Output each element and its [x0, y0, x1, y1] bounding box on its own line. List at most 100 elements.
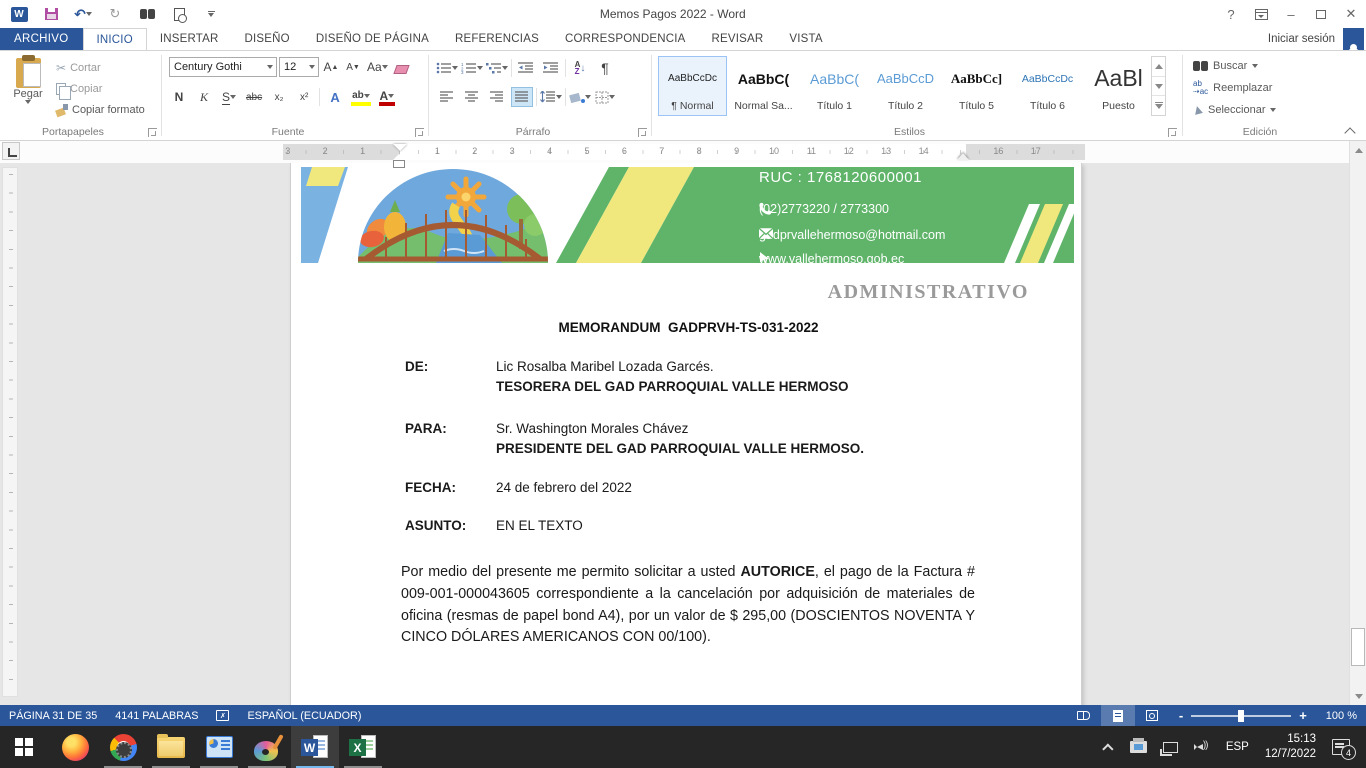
font-size-combo[interactable]: 12 [279, 57, 319, 77]
font-family-combo[interactable]: Century Gothi [169, 57, 277, 77]
tray-clock[interactable]: 15:13 12/7/2022 [1258, 726, 1323, 768]
zoom-percentage[interactable]: 100 % [1317, 705, 1366, 726]
tab-insertar[interactable]: INSERTAR [147, 28, 232, 50]
collapse-ribbon-button[interactable] [1346, 126, 1354, 134]
align-center-button[interactable] [461, 87, 483, 107]
style-titulo-2[interactable]: AaBbCcD Título 2 [871, 56, 940, 116]
change-case-button[interactable]: Aa [365, 57, 390, 77]
style-puesto[interactable]: AaBl Puesto [1084, 56, 1153, 116]
word-logo-icon[interactable]: W [8, 4, 30, 24]
word-count[interactable]: 4141 PALABRAS [106, 705, 207, 726]
multilevel-list-button[interactable] [486, 58, 508, 78]
underline-button[interactable]: S [219, 87, 239, 107]
restore-button[interactable] [1306, 0, 1336, 28]
taskbar-word[interactable]: W [291, 726, 339, 768]
highlight-color-button[interactable]: ab [350, 87, 372, 107]
clipboard-dialog-launcher[interactable] [148, 128, 157, 137]
read-mode-button[interactable] [1067, 705, 1101, 726]
taskbar-firefox[interactable] [51, 726, 99, 768]
style-titulo-5[interactable]: AaBbCc] Título 5 [942, 56, 1011, 116]
web-layout-button[interactable] [1135, 705, 1169, 726]
tray-expand-button[interactable] [1099, 726, 1121, 768]
tab-archivo[interactable]: ARCHIVO [0, 28, 83, 50]
styles-dialog-launcher[interactable] [1168, 128, 1177, 137]
zoom-out-button[interactable]: - [1179, 708, 1183, 723]
tray-printer[interactable] [1123, 726, 1154, 768]
align-left-button[interactable] [436, 87, 458, 107]
font-dialog-launcher[interactable] [415, 128, 424, 137]
shrink-font-button[interactable]: A▼ [343, 57, 363, 77]
tray-volume[interactable] [1187, 726, 1217, 768]
format-painter-button[interactable]: Copiar formato [54, 99, 147, 120]
show-paragraph-marks-button[interactable]: ¶ [594, 58, 616, 78]
tab-inicio[interactable]: INICIO [83, 28, 147, 50]
print-layout-button[interactable] [1101, 705, 1135, 726]
paste-button[interactable]: Pegar [6, 55, 50, 133]
style-normal-sa[interactable]: AaBbC( Normal Sa... [729, 56, 798, 116]
grow-font-button[interactable]: A▲ [321, 57, 341, 77]
align-right-button[interactable] [486, 87, 508, 107]
copy-button[interactable]: Copiar [54, 78, 147, 99]
minimize-button[interactable]: – [1276, 0, 1306, 28]
italic-button[interactable]: K [194, 87, 214, 107]
select-button[interactable]: Seleccionar [1193, 100, 1276, 120]
style-normal[interactable]: AaBbCcDc ¶ Normal [658, 56, 727, 116]
taskbar-presentation-app[interactable] [195, 726, 243, 768]
text-effects-button[interactable]: A [325, 87, 345, 107]
styles-scroll-up[interactable] [1152, 57, 1165, 77]
zoom-slider[interactable] [1191, 715, 1291, 717]
tray-network[interactable] [1156, 726, 1185, 768]
font-color-button[interactable]: A [377, 87, 397, 107]
decrease-indent-button[interactable] [515, 58, 537, 78]
sign-in-area[interactable]: Iniciar sesión [1268, 28, 1366, 50]
proofing-status[interactable]: ✗ [207, 705, 238, 726]
save-button[interactable] [40, 4, 62, 24]
bullets-button[interactable] [436, 58, 458, 78]
tab-referencias[interactable]: REFERENCIAS [442, 28, 552, 50]
help-button[interactable]: ? [1216, 0, 1246, 28]
customize-qat-button[interactable] [200, 4, 222, 24]
subscript-button[interactable]: x₂ [269, 87, 289, 107]
scroll-up-button[interactable] [1351, 142, 1366, 158]
sort-button[interactable]: AZ↓ [569, 58, 591, 78]
styles-scroll-down[interactable] [1152, 77, 1165, 97]
styles-gallery-scroll[interactable] [1151, 56, 1166, 116]
language-indicator[interactable]: ESPAÑOL (ECUADOR) [238, 705, 370, 726]
tab-selector[interactable] [2, 142, 20, 160]
first-line-indent-marker[interactable] [393, 144, 407, 151]
tray-language[interactable]: ESP [1219, 726, 1256, 768]
find-button[interactable]: Buscar [1193, 56, 1258, 76]
redo-button[interactable]: ↻ [104, 4, 126, 24]
taskbar-file-explorer[interactable] [147, 726, 195, 768]
increase-indent-button[interactable] [540, 58, 562, 78]
style-titulo-6[interactable]: AaBbCcDc Título 6 [1013, 56, 1082, 116]
print-preview-button[interactable] [168, 4, 190, 24]
page-indicator[interactable]: PÁGINA 31 DE 35 [0, 705, 106, 726]
ribbon-display-options-button[interactable] [1246, 0, 1276, 28]
shading-button[interactable] [569, 87, 591, 107]
left-indent-marker[interactable] [393, 160, 405, 168]
body-paragraph[interactable]: Por medio del presente me permito solici… [401, 562, 975, 649]
scroll-down-button[interactable] [1351, 688, 1366, 704]
style-titulo-1[interactable]: AaBbC( Título 1 [800, 56, 869, 116]
taskbar-chrome[interactable] [99, 726, 147, 768]
tab-revisar[interactable]: REVISAR [699, 28, 777, 50]
find-button[interactable] [136, 4, 158, 24]
right-indent-marker[interactable] [957, 153, 969, 160]
line-spacing-button[interactable] [540, 87, 562, 107]
bold-button[interactable]: N [169, 87, 189, 107]
styles-gallery-more[interactable] [1152, 96, 1165, 115]
document-page[interactable]: RUC : 1768120600001 (02)2773220 / 277330… [290, 163, 1082, 705]
undo-button[interactable]: ↶ [72, 4, 94, 24]
taskbar-paint[interactable] [243, 726, 291, 768]
justify-button[interactable] [511, 87, 533, 107]
close-button[interactable]: ✕ [1336, 0, 1366, 28]
replace-button[interactable]: ab⇢ac Reemplazar [1193, 78, 1272, 98]
superscript-button[interactable]: x² [294, 87, 314, 107]
tab-correspondencia[interactable]: CORRESPONDENCIA [552, 28, 699, 50]
start-button[interactable] [0, 726, 48, 768]
vertical-scrollbar[interactable] [1349, 141, 1366, 705]
cut-button[interactable]: ✂Cortar [54, 57, 147, 78]
zoom-slider-thumb[interactable] [1238, 710, 1244, 722]
strikethrough-button[interactable]: abc [244, 87, 264, 107]
